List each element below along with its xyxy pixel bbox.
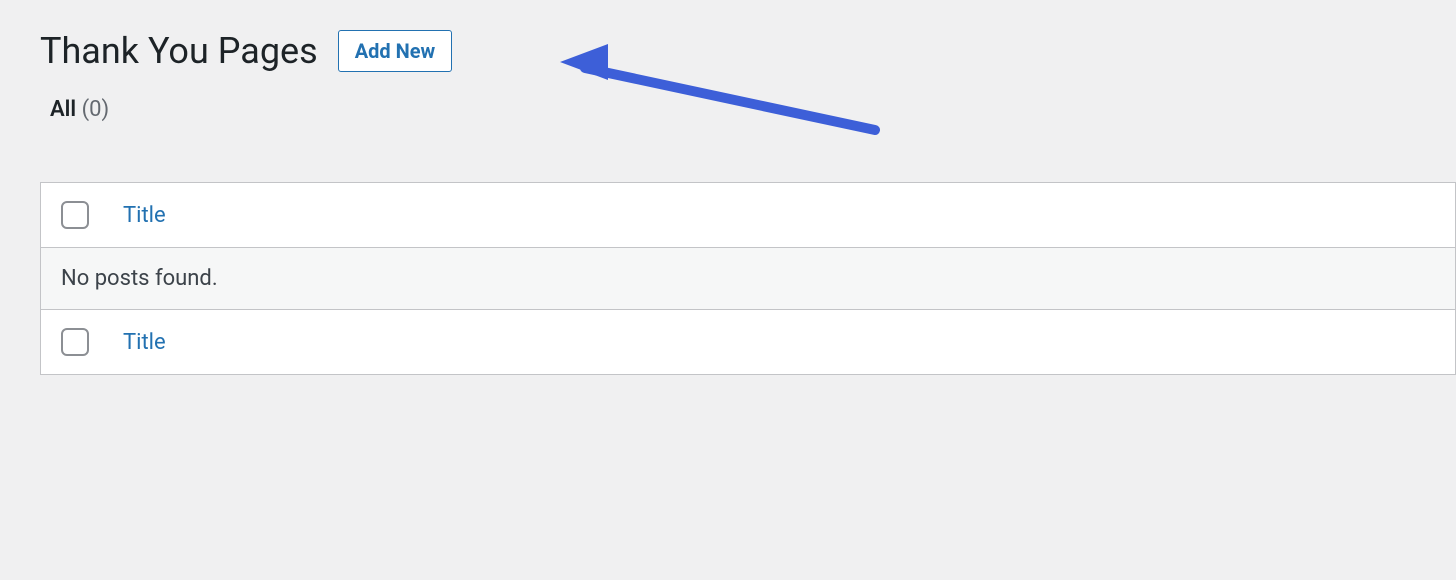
filter-row: All (0) [0,72,1456,122]
select-all-checkbox-top[interactable] [61,201,89,229]
column-title-header[interactable]: Title [123,203,166,228]
filter-all-label: All [50,97,76,122]
table-footer-row: Title [41,310,1456,375]
column-title-footer[interactable]: Title [123,330,166,355]
page-title: Thank You Pages [40,30,318,72]
filter-all-link[interactable]: All (0) [50,97,109,122]
select-all-checkbox-bottom[interactable] [61,328,89,356]
empty-message: No posts found. [41,248,1456,310]
filter-all-count: (0) [82,97,110,122]
posts-table: Title No posts found. Title [40,182,1456,375]
add-new-button[interactable]: Add New [338,30,453,72]
table-empty-row: No posts found. [41,248,1456,310]
table-header-row: Title [41,183,1456,248]
